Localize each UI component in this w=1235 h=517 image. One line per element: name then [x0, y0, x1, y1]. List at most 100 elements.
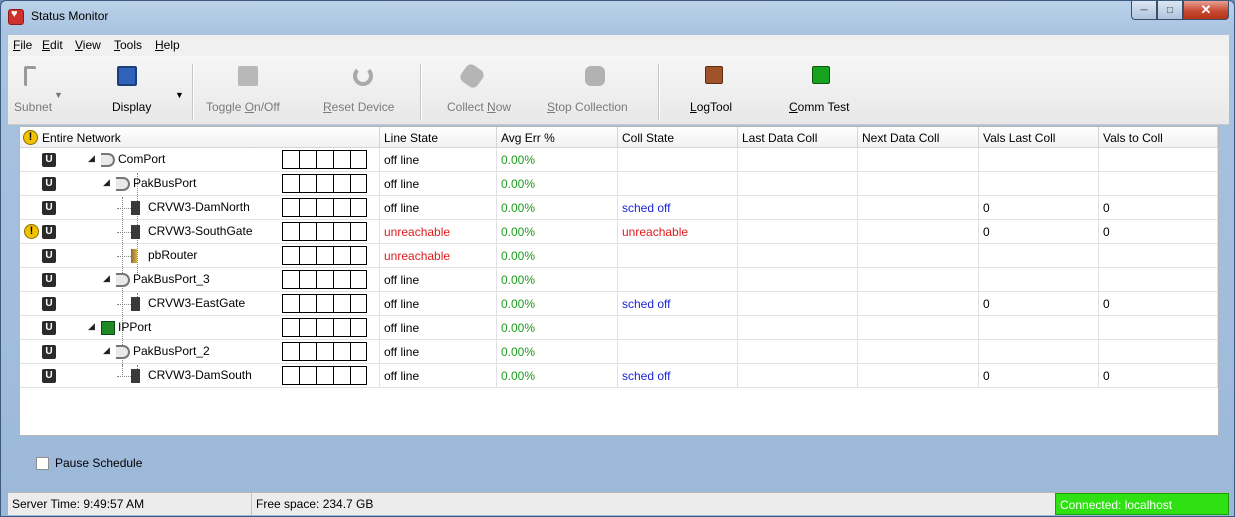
header-vals-last-coll[interactable]: Vals Last Coll	[979, 127, 1099, 148]
update-toggle-icon[interactable]: U	[42, 297, 56, 311]
maximize-button[interactable]: □	[1157, 1, 1183, 20]
menu-tools[interactable]: Tools	[114, 38, 142, 52]
coll-state-cell	[618, 148, 738, 172]
display-grid-icon	[117, 66, 137, 86]
vals-to-coll-cell: 0	[1099, 196, 1218, 220]
network-node-cell[interactable]: U ◢ ComPort	[20, 148, 380, 172]
last-data-coll-cell	[738, 340, 858, 364]
vals-last-coll-cell	[979, 244, 1099, 268]
network-node-cell[interactable]: U ◢ PakBusPort	[20, 172, 380, 196]
update-toggle-icon[interactable]: U	[42, 153, 56, 167]
tree-expander-icon[interactable]: ◢	[103, 273, 110, 284]
minimize-button[interactable]: ─	[1131, 1, 1157, 20]
update-toggle-icon[interactable]: U	[42, 369, 56, 383]
toggle-on-off-button[interactable]: Toggle On/Off	[198, 60, 298, 120]
close-button[interactable]: ✕	[1183, 1, 1229, 20]
header-vals-to-coll[interactable]: Vals to Coll	[1099, 127, 1218, 148]
avg-err-cell: 0.00%	[497, 196, 618, 220]
tree-expander-icon[interactable]: ◢	[88, 321, 95, 332]
table-row[interactable]: U CRVW3-EastGate off line 0.00% sched off 0 0	[20, 292, 1218, 316]
update-toggle-icon[interactable]: U	[42, 321, 56, 335]
avg-err-cell: 0.00%	[497, 172, 618, 196]
update-toggle-icon[interactable]: U	[42, 273, 56, 287]
update-toggle-icon[interactable]: U	[42, 345, 56, 359]
header-line-state[interactable]: Line State	[380, 127, 497, 148]
subnet-dropdown-icon[interactable]: ▼	[54, 90, 63, 100]
display-button[interactable]: Display ▼	[72, 60, 184, 120]
table-row[interactable]: ! U CRVW3-SouthGate unreachable 0.00% unreach…	[20, 220, 1218, 244]
header-entire-network[interactable]: ! Entire Network	[20, 127, 380, 148]
collect-now-button[interactable]: Collect Now	[422, 60, 522, 120]
network-node-cell[interactable]: U ◢ PakBusPort_3	[20, 268, 380, 292]
tree-connector	[117, 208, 131, 209]
update-toggle-icon[interactable]: U	[42, 249, 56, 263]
serial-port-icon	[116, 177, 130, 191]
stop-collection-button[interactable]: Stop Collection	[538, 60, 652, 120]
stop-octagon-icon	[585, 66, 605, 86]
serial-port-icon	[116, 273, 130, 287]
network-node-cell[interactable]: U CRVW3-DamNorth	[20, 196, 380, 220]
update-toggle-icon[interactable]: U	[42, 225, 56, 239]
next-data-coll-cell	[858, 148, 979, 172]
vals-last-coll-cell	[979, 172, 1099, 196]
network-node-cell[interactable]: UpbRouter	[20, 244, 380, 268]
subnet-button[interactable]: Subnet ▼	[10, 60, 63, 120]
avg-err-cell: 0.00%	[497, 148, 618, 172]
network-node-cell[interactable]: U ◢ PakBusPort_2	[20, 340, 380, 364]
display-dropdown-icon[interactable]: ▼	[175, 90, 184, 100]
header-coll-state[interactable]: Coll State	[618, 127, 738, 148]
comm-test-button[interactable]: Comm Test	[780, 60, 866, 120]
reset-icon	[353, 66, 373, 86]
node-name: IPPort	[118, 320, 152, 334]
menu-edit[interactable]: Edit	[42, 38, 63, 52]
tree-expander-icon[interactable]: ◢	[88, 153, 95, 164]
next-data-coll-cell	[858, 364, 979, 388]
table-row[interactable]: U ◢ ComPort off line 0.00%	[20, 148, 1218, 172]
server-time: Server Time: 9:49:57 AM	[8, 493, 252, 515]
last-data-coll-cell	[738, 364, 858, 388]
logtool-button[interactable]: LogTool	[680, 60, 750, 120]
logtool-icon	[705, 66, 723, 84]
coll-state-cell	[618, 340, 738, 364]
last-data-coll-cell	[738, 268, 858, 292]
header-avg-err[interactable]: Avg Err %	[497, 127, 618, 148]
avg-err-cell: 0.00%	[497, 220, 618, 244]
tree-expander-icon[interactable]: ◢	[103, 345, 110, 356]
table-row[interactable]: U CRVW3-DamNorth off line 0.00% sched off 0 0	[20, 196, 1218, 220]
last-data-coll-cell	[738, 172, 858, 196]
network-node-cell[interactable]: U ◢ IPPort	[20, 316, 380, 340]
app-heart-icon	[8, 8, 24, 25]
header-next-data-coll[interactable]: Next Data Coll	[858, 127, 979, 148]
pause-schedule-checkbox[interactable]	[36, 457, 49, 470]
update-toggle-icon[interactable]: U	[42, 201, 56, 215]
vals-to-coll-cell: 0	[1099, 292, 1218, 316]
vals-last-coll-cell: 0	[979, 220, 1099, 244]
reset-device-button[interactable]: Reset Device	[316, 60, 404, 120]
table-row[interactable]: U ◢ IPPort off line 0.00%	[20, 316, 1218, 340]
node-name: PakBusPort_3	[133, 272, 210, 286]
menu-view[interactable]: View	[75, 38, 101, 52]
header-last-data-coll[interactable]: Last Data Coll	[738, 127, 858, 148]
next-data-coll-cell	[858, 268, 979, 292]
node-name: CRVW3-SouthGate	[148, 224, 253, 238]
tree-connector	[117, 304, 131, 305]
menu-bar: File Edit View Tools Help	[8, 35, 1229, 57]
line-state-cell: off line	[380, 268, 497, 292]
update-toggle-icon[interactable]: U	[42, 177, 56, 191]
network-node-cell[interactable]: U CRVW3-EastGate	[20, 292, 380, 316]
tree-expander-icon[interactable]: ◢	[103, 177, 110, 188]
table-row[interactable]: U ◢ PakBusPort_3 off line 0.00%	[20, 268, 1218, 292]
network-node-cell[interactable]: ! U CRVW3-SouthGate	[20, 220, 380, 244]
status-indicator-boxes	[282, 294, 367, 313]
table-row[interactable]: U ◢ PakBusPort_2 off line 0.00%	[20, 340, 1218, 364]
vals-to-coll-cell: 0	[1099, 220, 1218, 244]
menu-help[interactable]: Help	[155, 38, 180, 52]
table-row[interactable]: U CRVW3-DamSouth off line 0.00% sched off 0 0	[20, 364, 1218, 388]
vals-last-coll-cell: 0	[979, 196, 1099, 220]
router-icon	[131, 249, 137, 263]
serial-port-icon	[116, 345, 130, 359]
table-row[interactable]: UpbRouter unreachable 0.00%	[20, 244, 1218, 268]
network-node-cell[interactable]: U CRVW3-DamSouth	[20, 364, 380, 388]
menu-file[interactable]: File	[13, 38, 32, 52]
table-row[interactable]: U ◢ PakBusPort off line 0.00%	[20, 172, 1218, 196]
